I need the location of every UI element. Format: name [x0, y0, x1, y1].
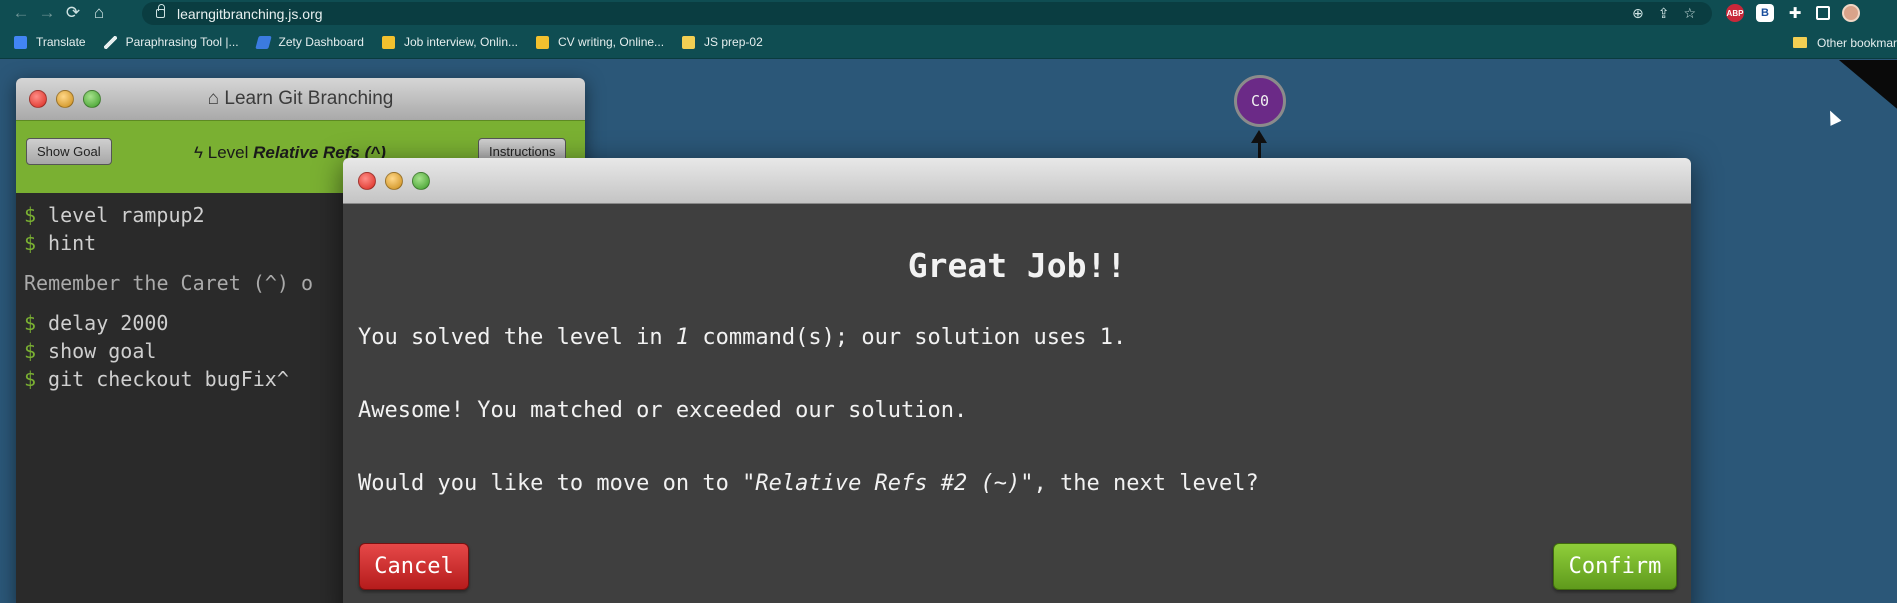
url-text: learngitbranching.js.org: [177, 5, 323, 22]
star-icon[interactable]: ☆: [1683, 5, 1696, 22]
puzzle-icon[interactable]: ✚: [1786, 4, 1804, 22]
show-goal-button[interactable]: Show Goal: [26, 138, 112, 165]
bookmarks-bar: Translate Paraphrasing Tool |... Zety Da…: [0, 26, 1897, 59]
other-bookmarks[interactable]: Other bookmarks: [1793, 26, 1897, 59]
bookmark-paraphrasing[interactable]: Paraphrasing Tool |...: [103, 35, 239, 49]
bookmark-translate[interactable]: Translate: [14, 35, 86, 49]
lock-icon: [156, 4, 165, 18]
m-logo-icon: [381, 35, 395, 49]
commit-arrow: [1251, 130, 1267, 143]
modal-heading: Great Job!!: [907, 246, 1127, 285]
lgb-titlebar: ⌂ Learn Git Branching: [16, 78, 585, 120]
share-icon[interactable]: ⇪: [1658, 5, 1670, 22]
translate-icon: [14, 35, 27, 49]
browser-toolbar: ← → ⟳ ⌂ learngitbranching.js.org ⊕ ⇪ ☆ A…: [0, 0, 1897, 26]
level-complete-modal: Great Job!! You solved the level in 1 co…: [343, 158, 1691, 603]
m-logo-icon: [536, 35, 549, 49]
modal-body: Great Job!! You solved the level in 1 co…: [343, 246, 1691, 496]
bookmark-js-prep[interactable]: JS prep-02: [682, 35, 763, 49]
pen-icon: [103, 35, 117, 49]
lgb-title: ⌂ Learn Git Branching: [207, 88, 394, 109]
minimize-dot-icon[interactable]: [56, 90, 74, 108]
next-level-prompt: Would you like to move on to "Relative R…: [358, 471, 1259, 496]
solution-feedback: Awesome! You matched or exceeded our sol…: [358, 398, 968, 423]
zoom-icon[interactable]: ⊕: [1632, 5, 1644, 22]
close-dot-icon[interactable]: [358, 172, 376, 190]
maximize-dot-icon[interactable]: [412, 172, 430, 190]
minimize-dot-icon[interactable]: [385, 172, 403, 190]
maximize-dot-icon[interactable]: [83, 90, 101, 108]
sidebar-icon[interactable]: [1816, 6, 1830, 20]
back-icon[interactable]: ←: [8, 0, 34, 26]
zety-icon: [254, 35, 272, 49]
solution-summary: You solved the level in 1 command(s); ou…: [358, 325, 1127, 350]
bookmark-cv-writing[interactable]: CV writing, Online...: [536, 35, 664, 49]
cancel-button[interactable]: Cancel: [359, 543, 469, 590]
forward-icon[interactable]: →: [34, 0, 60, 26]
page-canvas: C0 ⌂ Learn Git Branching Show Goal ϟ Lev…: [0, 60, 1897, 603]
bookmark-job-interview[interactable]: Job interview, Onlin...: [381, 35, 518, 49]
note-icon: [682, 35, 696, 49]
modal-titlebar: [343, 158, 1691, 204]
bolt-icon: ϟ: [194, 143, 203, 162]
reload-icon[interactable]: ⟳: [60, 0, 86, 26]
address-bar[interactable]: learngitbranching.js.org ⊕ ⇪ ☆: [142, 2, 1712, 25]
profile-avatar[interactable]: [1842, 4, 1860, 22]
bookmark-zety[interactable]: Zety Dashboard: [254, 35, 364, 49]
home-icon[interactable]: ⌂: [86, 0, 112, 26]
folder-icon: [1793, 37, 1807, 48]
close-dot-icon[interactable]: [29, 90, 47, 108]
mouse-cursor: [1824, 108, 1842, 126]
adblock-icon[interactable]: ABP: [1726, 4, 1744, 22]
home-icon: ⌂: [207, 88, 220, 109]
confirm-button[interactable]: Confirm: [1553, 543, 1677, 590]
commit-node-c0[interactable]: C0: [1234, 75, 1286, 127]
b-extension-icon[interactable]: B: [1756, 4, 1774, 22]
